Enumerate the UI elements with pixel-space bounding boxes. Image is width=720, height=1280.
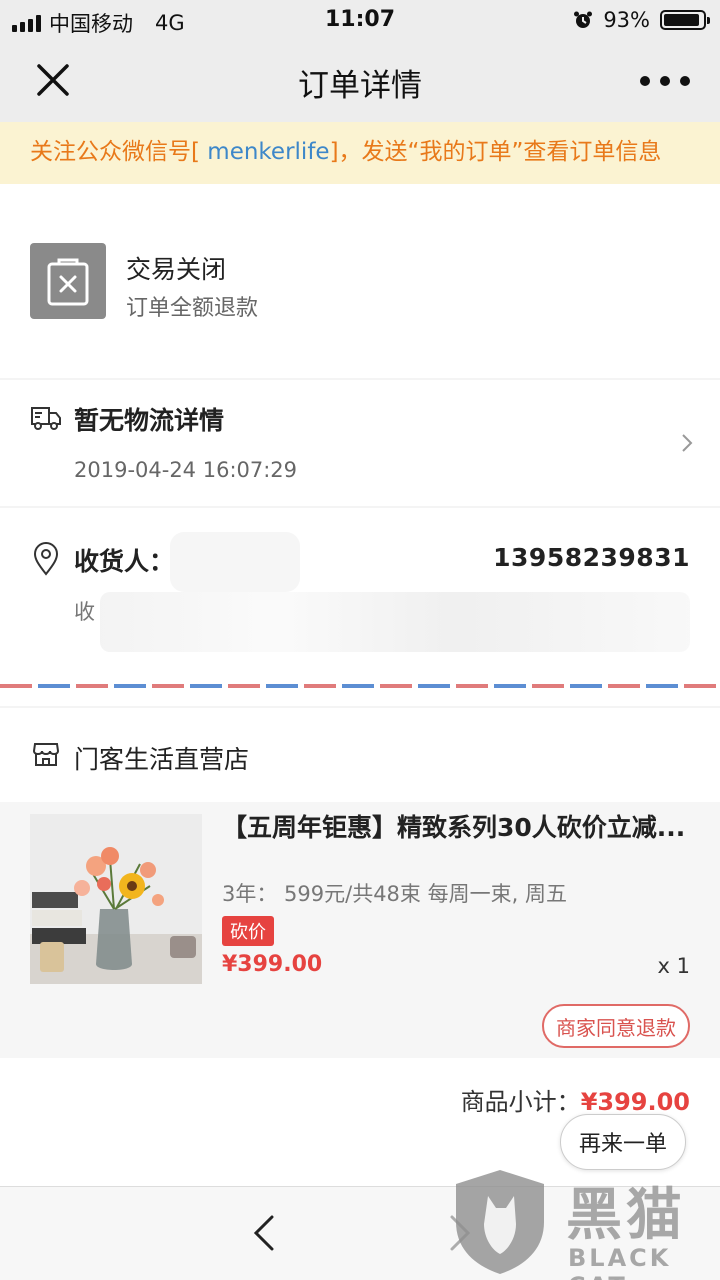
battery-percent: 93% bbox=[603, 8, 650, 32]
recipient-phone: 13958239831 bbox=[493, 543, 690, 572]
battery-icon bbox=[660, 10, 710, 30]
location-pin-icon bbox=[33, 542, 59, 576]
logistics-time: 2019-04-24 16:07:29 bbox=[74, 458, 298, 482]
watermark-text-en: BLACK CAT bbox=[568, 1244, 672, 1280]
notice-banner: 关注公众微信号[ menkerlife]，发送“我的订单”查看订单信息 bbox=[0, 122, 720, 184]
address-redacted bbox=[100, 592, 690, 652]
black-cat-watermark: 黑猫 BLACK CAT bbox=[446, 1164, 720, 1280]
nav-bar: 订单详情 bbox=[0, 40, 720, 122]
status-right: 93% bbox=[573, 8, 710, 32]
notice-account-link[interactable]: menkerlife bbox=[207, 139, 329, 165]
chevron-right-icon bbox=[682, 434, 693, 452]
order-status-title: 交易关闭 bbox=[126, 255, 227, 284]
closed-bag-icon bbox=[30, 243, 106, 319]
store-icon bbox=[32, 743, 60, 766]
bargain-tag: 砍价 bbox=[222, 916, 274, 946]
more-dots-icon[interactable] bbox=[640, 66, 690, 96]
truck-icon bbox=[31, 407, 61, 430]
product-image[interactable] bbox=[30, 814, 202, 984]
shop-row[interactable]: 门客生活直营店 bbox=[0, 708, 720, 802]
address-card[interactable]: 收货人： 13958239831 收 bbox=[0, 508, 720, 706]
order-status-subtitle: 订单全额退款 bbox=[126, 296, 259, 321]
order-status-card: 交易关闭 订单全额退款 bbox=[0, 184, 720, 378]
watermark-text-cn: 黑猫 bbox=[566, 1183, 686, 1248]
subtotal-label: 商品小计： bbox=[460, 1088, 581, 1116]
product-quantity: x 1 bbox=[657, 954, 690, 978]
recipient-label: 收货人： bbox=[74, 547, 175, 576]
recipient-name-redacted bbox=[170, 532, 300, 592]
address-line: 收 bbox=[74, 600, 95, 624]
back-icon[interactable] bbox=[248, 1213, 282, 1253]
logistics-row[interactable]: 暂无物流详情 2019-04-24 16:07:29 bbox=[0, 380, 720, 506]
logistics-title: 暂无物流详情 bbox=[74, 406, 225, 435]
close-icon[interactable] bbox=[30, 60, 76, 102]
subtotal-row: 商品小计：¥399.00 bbox=[461, 1082, 690, 1117]
status-bar: 中国移动 4G 11:07 93% bbox=[0, 0, 720, 40]
product-item[interactable]: 【五周年钜惠】精致系列30人砍价立减... 3年： 599元/共48束 每周一束… bbox=[0, 802, 720, 1058]
reorder-button[interactable]: 再来一单 bbox=[559, 1114, 686, 1170]
cat-shield-logo-icon bbox=[456, 1170, 544, 1274]
refund-status-button[interactable]: 商家同意退款 bbox=[542, 1004, 690, 1048]
notice-suffix: ]，发送“我的订单”查看订单信息 bbox=[329, 139, 662, 165]
product-price: ¥399.00 bbox=[222, 952, 323, 977]
product-spec: 3年： 599元/共48束 每周一束, 周五 bbox=[222, 882, 567, 906]
alarm-icon bbox=[574, 11, 593, 28]
product-title[interactable]: 【五周年钜惠】精致系列30人砍价立减... bbox=[222, 812, 692, 844]
subtotal-value: ¥399.00 bbox=[580, 1088, 690, 1116]
airmail-stripe-divider bbox=[0, 684, 720, 688]
shop-name: 门客生活直营店 bbox=[74, 745, 250, 774]
notice-prefix: 关注公众微信号[ bbox=[30, 139, 208, 165]
page-title: 订单详情 bbox=[298, 68, 422, 104]
